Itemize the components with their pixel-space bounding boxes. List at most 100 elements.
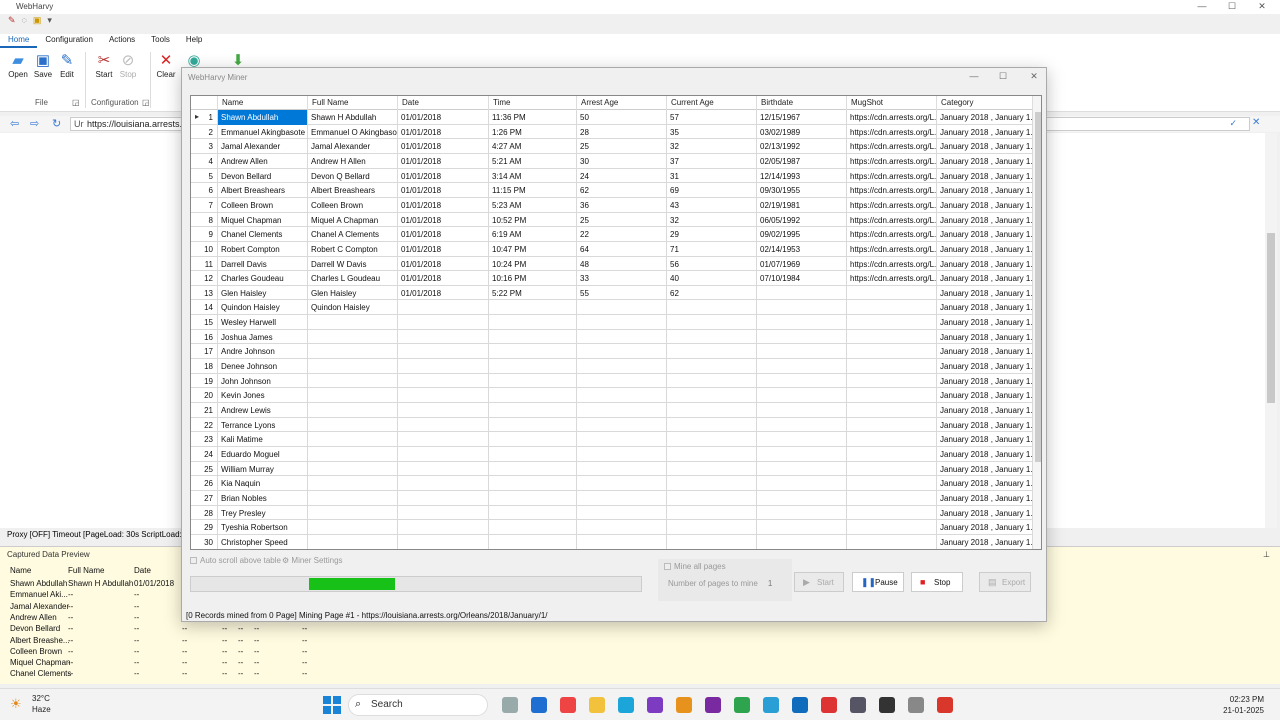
grid-cell[interactable] <box>757 344 847 360</box>
grid-col-header[interactable]: Time <box>489 96 577 110</box>
grid-cell[interactable]: 01/01/2018 <box>398 212 489 228</box>
grid-cell[interactable] <box>308 461 398 477</box>
onenote-icon[interactable] <box>705 697 721 713</box>
vscode-icon[interactable] <box>531 697 547 713</box>
grid-cell[interactable] <box>489 476 577 491</box>
grid-cell[interactable] <box>308 505 398 521</box>
start-config-button[interactable]: ✂ Start <box>92 52 116 79</box>
grid-cell[interactable]: 3:14 AM <box>489 168 577 184</box>
minimize-icon[interactable]: — <box>1192 1 1212 11</box>
grid-row[interactable]: 24 Eduardo Moguel January 2018 , January 1… <box>191 446 1041 462</box>
grid-cell[interactable] <box>489 446 577 462</box>
tools-app-icon[interactable] <box>908 697 924 713</box>
grid-cell[interactable] <box>847 300 937 316</box>
grid-cell[interactable]: https://cdn.arrests.org/L... <box>847 256 937 272</box>
grid-cell[interactable] <box>398 329 489 345</box>
grid-cell[interactable]: Andre Johnson <box>218 344 308 360</box>
grid-cell[interactable]: 02/05/1987 <box>757 153 847 169</box>
grid-cell[interactable] <box>308 432 398 447</box>
back-icon[interactable]: ⇦ <box>10 117 19 130</box>
sync-icon[interactable] <box>734 697 750 713</box>
grid-cell[interactable]: 24 <box>577 168 667 184</box>
grid-cell[interactable] <box>398 417 489 433</box>
grid-cell[interactable] <box>757 476 847 491</box>
grid-cell[interactable] <box>489 534 577 549</box>
grid-cell[interactable]: January 2018 , January 1... <box>937 417 1033 433</box>
grid-cell[interactable]: Devon Q Bellard <box>308 168 398 184</box>
grid-cell[interactable] <box>757 520 847 535</box>
grid-cell[interactable] <box>398 373 489 389</box>
grid-cell[interactable]: January 2018 , January 1... <box>937 256 1033 272</box>
grid-cell[interactable]: https://cdn.arrests.org/L... <box>847 153 937 169</box>
grid-cell[interactable]: 01/01/2018 <box>398 124 489 140</box>
grid-cell[interactable] <box>667 315 757 330</box>
grid-cell[interactable]: January 2018 , January 1... <box>937 183 1033 198</box>
grid-cell[interactable]: January 2018 , January 1... <box>937 285 1033 301</box>
grid-cell[interactable]: Andrew Lewis <box>218 403 308 418</box>
grid-row[interactable]: 5 Devon Bellard Devon Q Bellard 01/01/2018 3… <box>191 168 1041 184</box>
grid-cell[interactable] <box>398 490 489 506</box>
grid-cell[interactable]: 10:52 PM <box>489 212 577 228</box>
grid-cell[interactable]: January 2018 , January 1... <box>937 373 1033 389</box>
grid-cell[interactable] <box>667 446 757 462</box>
grid-cell[interactable]: 56 <box>667 256 757 272</box>
grid-scroll-thumb[interactable] <box>1035 112 1041 462</box>
grid-cell[interactable]: 25 <box>577 212 667 228</box>
grid-cell[interactable]: Glen Haisley <box>308 285 398 301</box>
grid-cell[interactable]: 4:27 AM <box>489 139 577 154</box>
grid-cell[interactable] <box>757 315 847 330</box>
grid-cell[interactable] <box>667 520 757 535</box>
terminal-icon[interactable] <box>879 697 895 713</box>
grid-col-header[interactable]: Birthdate <box>757 96 847 110</box>
grid-cell[interactable]: 10:24 PM <box>489 256 577 272</box>
grid-cell[interactable]: Miquel Chapman <box>218 212 308 228</box>
grid-cell[interactable]: 01/01/2018 <box>398 285 489 301</box>
grid-row[interactable]: 15 Wesley Harwell January 2018 , January 1… <box>191 315 1041 330</box>
grid-cell[interactable] <box>489 432 577 447</box>
grid-cell[interactable]: 32 <box>667 212 757 228</box>
grid-row[interactable]: 8 Miquel Chapman Miquel A Chapman 01/01/201… <box>191 212 1041 228</box>
browser-scrollbar[interactable] <box>1265 133 1277 528</box>
grid-cell[interactable] <box>308 417 398 433</box>
dropdown-icon[interactable]: ▾ <box>47 15 52 26</box>
grid-cell[interactable] <box>847 490 937 506</box>
grid-cell[interactable]: 11:15 PM <box>489 183 577 198</box>
grid-cell[interactable] <box>308 520 398 535</box>
grid-row[interactable]: 16 Joshua James January 2018 , January 1..… <box>191 329 1041 345</box>
grid-cell[interactable]: Jamal Alexander <box>218 139 308 154</box>
grid-cell[interactable]: Andrew H Allen <box>308 153 398 169</box>
grid-cell[interactable] <box>847 359 937 374</box>
grid-cell[interactable]: https://cdn.arrests.org/L... <box>847 183 937 198</box>
miner-close-icon[interactable]: ✕ <box>1024 71 1044 82</box>
pages-value[interactable]: 1 <box>768 579 772 588</box>
grid-cell[interactable] <box>847 285 937 301</box>
pin-icon[interactable]: ⊥ <box>1263 550 1270 559</box>
grid-row[interactable]: 29 Tyeshia Robertson January 2018 , Januar… <box>191 520 1041 535</box>
grid-cell[interactable] <box>398 432 489 447</box>
grid-cell[interactable] <box>398 461 489 477</box>
grid-cell[interactable] <box>398 344 489 360</box>
grid-cell[interactable]: 01/07/1969 <box>757 256 847 272</box>
grid-cell[interactable]: https://cdn.arrests.org/L... <box>847 168 937 184</box>
grid-cell[interactable]: Shawn H Abdullah <box>308 110 398 125</box>
grid-cell[interactable]: John Johnson <box>218 373 308 389</box>
grid-cell[interactable] <box>757 505 847 521</box>
windows-start-icon[interactable] <box>322 695 342 715</box>
grid-cell[interactable] <box>757 417 847 433</box>
grid-cell[interactable] <box>308 490 398 506</box>
grid-cell[interactable] <box>489 461 577 477</box>
grid-cell[interactable] <box>757 403 847 418</box>
grid-row[interactable]: 9 Chanel Clements Chanel A Clements 01/01/2… <box>191 227 1041 242</box>
scroll-thumb[interactable] <box>1267 233 1275 403</box>
grid-cell[interactable]: 28 <box>577 124 667 140</box>
grid-cell[interactable]: Charles Goudeau <box>218 271 308 286</box>
grid-cell[interactable]: 01/01/2018 <box>398 168 489 184</box>
grid-cell[interactable] <box>577 315 667 330</box>
grid-cell[interactable]: January 2018 , January 1... <box>937 329 1033 345</box>
grid-cell[interactable]: Kia Naquin <box>218 476 308 491</box>
grid-row[interactable]: 11 Darrell Davis Darrell W Davis 01/01/2018… <box>191 256 1041 272</box>
grid-cell[interactable]: 10:47 PM <box>489 241 577 257</box>
grid-cell[interactable]: 06/05/1992 <box>757 212 847 228</box>
grid-cell[interactable]: https://cdn.arrests.org/L... <box>847 110 937 125</box>
grid-cell[interactable]: Darrell W Davis <box>308 256 398 272</box>
